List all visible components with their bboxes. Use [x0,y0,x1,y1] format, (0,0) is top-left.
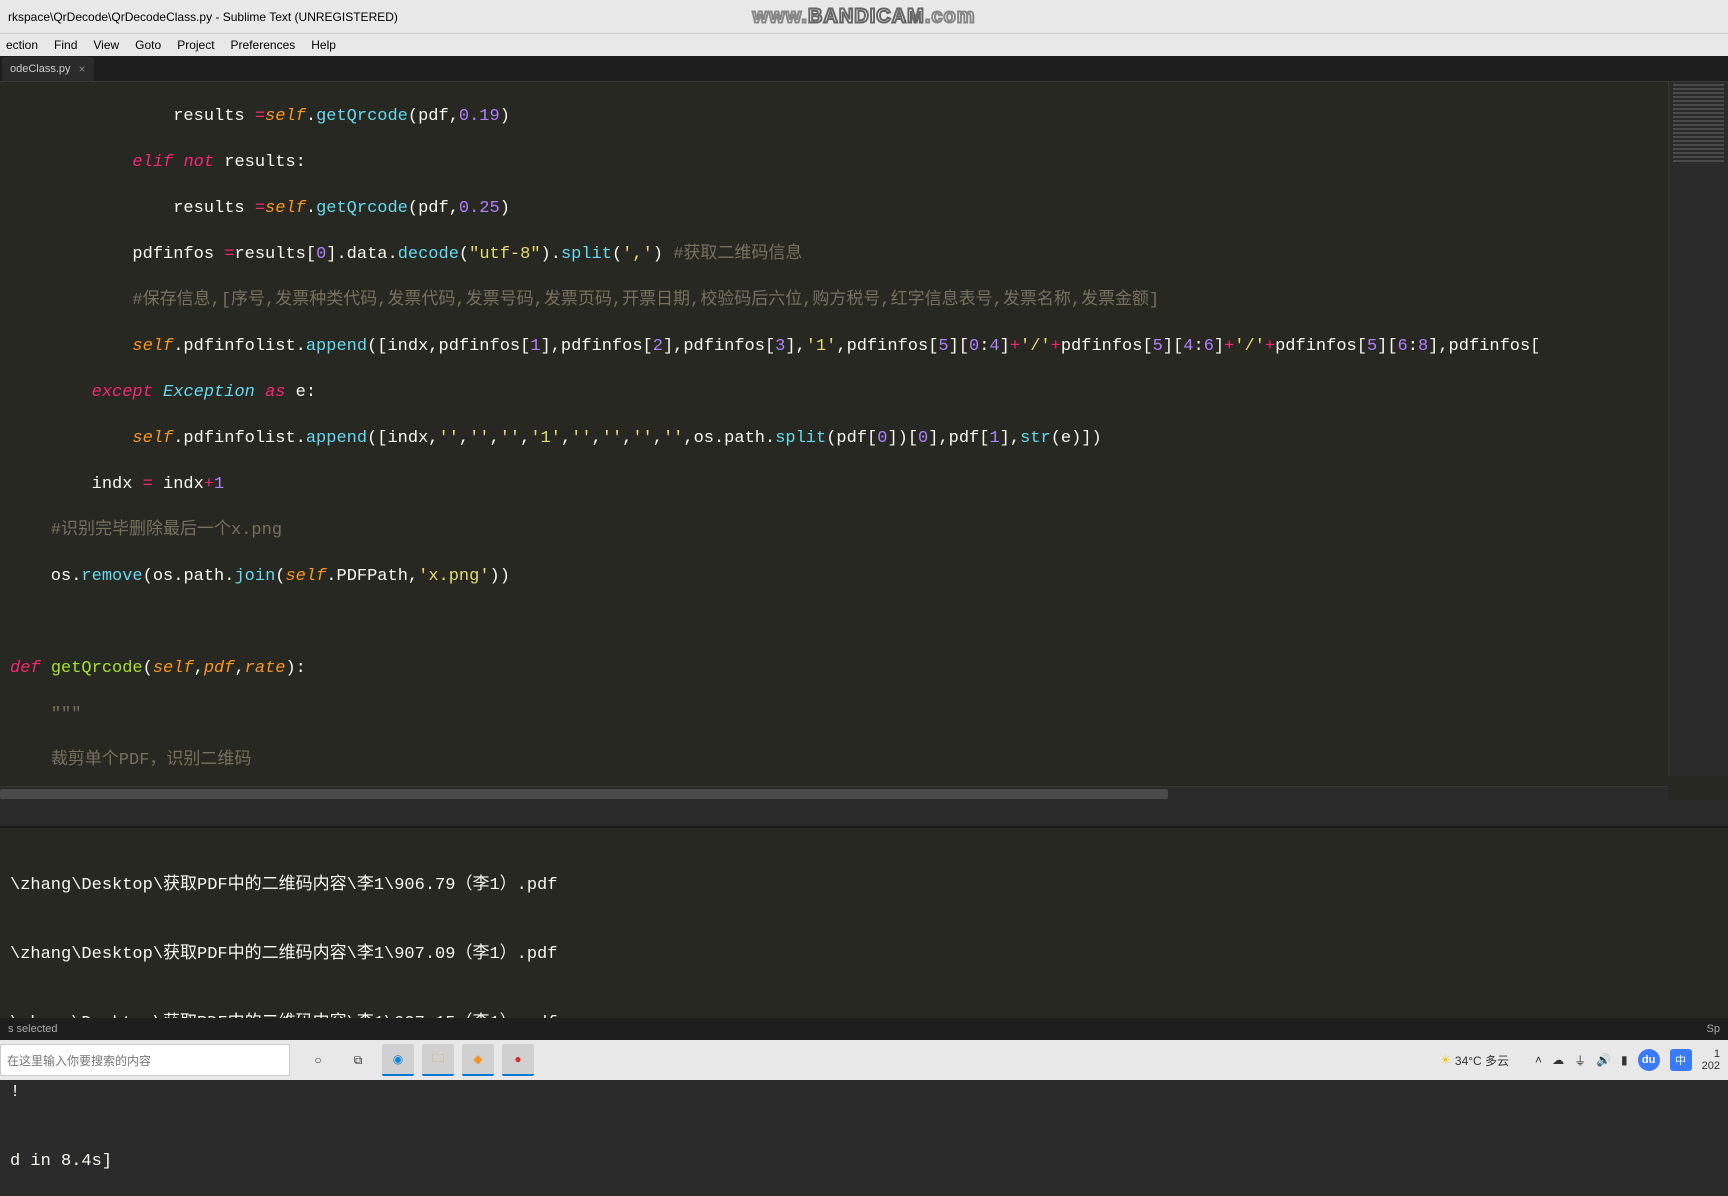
taskbar-search-input[interactable]: 在这里输入你要搜索的内容 [0,1044,290,1076]
chevron-up-icon[interactable]: ˄ [1535,1053,1542,1067]
minimap[interactable] [1668,82,1728,776]
edge-icon[interactable]: ◉ [382,1044,414,1076]
status-right: Sp [1707,1023,1720,1035]
menu-selection[interactable]: ection [6,38,38,52]
clock[interactable]: 1 202 [1702,1048,1720,1072]
menu-preferences[interactable]: Preferences [231,38,296,52]
scroll-thumb[interactable] [0,789,1168,799]
watermark: www.BANDICAM.com [752,5,975,28]
taskbar-pinned-icons: ○ ⧉ ◉ 🗀 ◆ ● [302,1044,534,1076]
windows-taskbar: 在这里输入你要搜索的内容 ○ ⧉ ◉ 🗀 ◆ ● ☀ 34°C 多云 ˄ ☁ ⏚… [0,1040,1728,1080]
task-view-icon[interactable]: ⧉ [342,1044,374,1076]
status-selection: s selected [8,1023,58,1035]
battery-icon[interactable]: ▮ [1621,1053,1628,1067]
system-tray: ☀ 34°C 多云 ˄ ☁ ⏚ 🔊 ▮ du 中 1 202 [1440,1048,1728,1072]
console-line: ! [0,1081,1728,1104]
console-line: \zhang\Desktop\获取PDF中的二维码内容\李1\907.09（李1… [0,943,1728,966]
sublime-text-icon[interactable]: ◆ [462,1044,494,1076]
tab-close-icon[interactable]: × [79,62,86,76]
sun-icon: ☀ [1440,1053,1451,1067]
menu-project[interactable]: Project [177,38,214,52]
cloud-icon[interactable]: ☁ [1552,1053,1564,1067]
menu-help[interactable]: Help [311,38,336,52]
volume-icon[interactable]: 🔊 [1596,1053,1611,1067]
tab-file[interactable]: odeClass.py × [2,57,94,81]
baidu-badge-icon[interactable]: du [1638,1049,1660,1071]
weather-widget[interactable]: ☀ 34°C 多云 [1440,1052,1509,1069]
menubar: ection Find View Goto Project Preference… [0,34,1728,56]
search-placeholder: 在这里输入你要搜索的内容 [7,1052,151,1069]
horizontal-scrollbar[interactable] [0,786,1668,800]
ime-indicator[interactable]: 中 [1670,1049,1692,1071]
wifi-icon[interactable]: ⏚ [1574,1052,1586,1069]
file-explorer-icon[interactable]: 🗀 [422,1044,454,1076]
menu-find[interactable]: Find [54,38,77,52]
build-output-panel[interactable]: \zhang\Desktop\获取PDF中的二维码内容\李1\906.79（李1… [0,826,1728,1026]
window-title: rkspace\QrDecode\QrDecodeClass.py - Subl… [8,10,398,24]
editor-area: results =self.getQrcode(pdf,0.19) elif n… [0,82,1728,800]
weather-text: 34°C 多云 [1455,1052,1509,1069]
console-line: \zhang\Desktop\获取PDF中的二维码内容\李1\906.79（李1… [0,874,1728,897]
record-icon[interactable]: ● [502,1044,534,1076]
menu-goto[interactable]: Goto [135,38,161,52]
tab-strip: odeClass.py × [0,56,1728,82]
cortana-icon[interactable]: ○ [302,1044,334,1076]
console-line: d in 8.4s] [0,1150,1728,1173]
window-titlebar: rkspace\QrDecode\QrDecodeClass.py - Subl… [0,0,1728,34]
code-editor[interactable]: results =self.getQrcode(pdf,0.19) elif n… [0,82,1668,776]
menu-view[interactable]: View [93,38,119,52]
statusbar: s selected Sp [0,1018,1728,1040]
tab-filename: odeClass.py [10,63,71,75]
